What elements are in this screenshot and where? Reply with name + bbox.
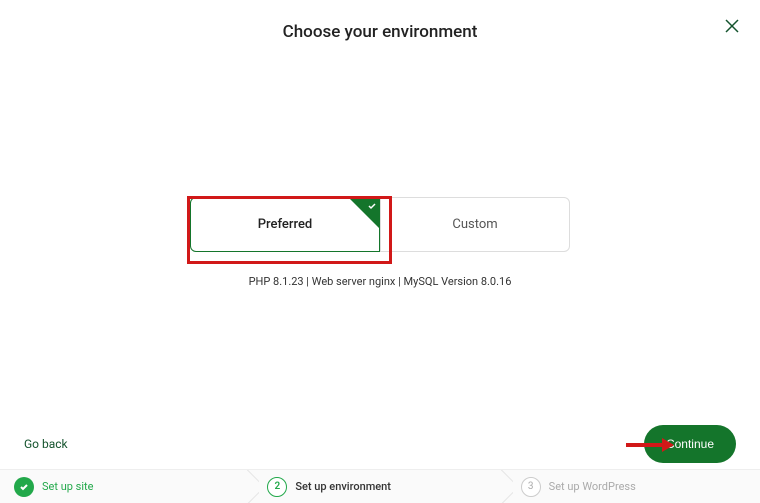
option-preferred[interactable]: Preferred xyxy=(190,197,380,252)
option-custom-label: Custom xyxy=(452,217,497,232)
step-2-label: Set up environment xyxy=(295,480,391,493)
go-back-link[interactable]: Go back xyxy=(24,437,68,451)
step-1-label: Set up site xyxy=(42,480,93,493)
step-2-circle: 2 xyxy=(267,477,287,497)
close-button[interactable] xyxy=(722,16,742,36)
selected-indicator xyxy=(349,198,379,228)
step-3-label: Set up WordPress xyxy=(549,480,636,493)
option-preferred-label: Preferred xyxy=(258,217,313,232)
checkmark-icon xyxy=(367,201,377,211)
progress-stepper: Set up site 2 Set up environment 3 Set u… xyxy=(0,469,760,503)
option-custom[interactable]: Custom xyxy=(380,197,570,252)
checkmark-icon xyxy=(19,482,29,492)
page-title: Choose your environment xyxy=(0,0,760,42)
step-3-circle: 3 xyxy=(521,477,541,497)
environment-details: PHP 8.1.23 | Web server nginx | MySQL Ve… xyxy=(249,275,512,288)
environment-options: Preferred Custom xyxy=(190,197,570,252)
close-icon xyxy=(724,18,740,34)
annotation-arrow-continue xyxy=(624,435,674,459)
step-3: 3 Set up WordPress xyxy=(507,470,760,503)
step-2: 2 Set up environment xyxy=(253,470,506,503)
step-1: Set up site xyxy=(0,470,253,503)
arrow-icon xyxy=(624,435,674,455)
step-1-circle xyxy=(14,477,34,497)
